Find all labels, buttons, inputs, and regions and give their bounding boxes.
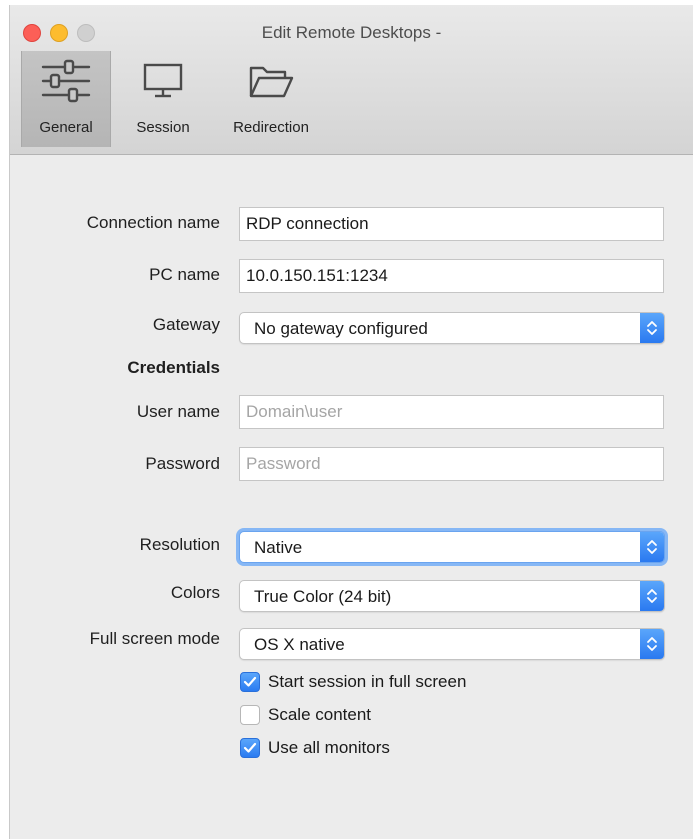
chevron-up-down-icon	[640, 313, 664, 343]
start-session-full-screen-checkbox[interactable]: Start session in full screen	[240, 670, 466, 694]
chevron-up-down-icon	[640, 532, 664, 562]
gateway-label: Gateway	[152, 315, 220, 334]
tab-general-label: General	[39, 119, 93, 136]
folder-icon	[248, 51, 294, 111]
toolbar: Edit Remote Desktops - General Session R…	[10, 5, 693, 155]
connection-name-label: Connection name	[86, 213, 220, 232]
checkbox-empty-icon[interactable]	[240, 705, 260, 725]
use-all-monitors-checkbox[interactable]: Use all monitors	[240, 736, 390, 760]
user-name-label: User name	[136, 402, 220, 421]
gateway-select-value: No gateway configured	[254, 319, 428, 338]
window-title: Edit Remote Desktops -	[261, 23, 442, 42]
resolution-select-value: Native	[254, 538, 303, 557]
connection-name-input[interactable]	[239, 207, 664, 241]
full-screen-mode-label: Full screen mode	[89, 629, 220, 648]
use-all-monitors-label: Use all monitors	[268, 738, 390, 757]
user-name-input[interactable]	[239, 395, 664, 429]
edit-remote-desktops-window: Edit Remote Desktops - General Session R…	[9, 5, 693, 839]
resolution-label: Resolution	[139, 535, 220, 554]
colors-label: Colors	[170, 583, 220, 602]
resolution-select[interactable]: Native	[239, 531, 665, 563]
tab-session-label: Session	[136, 119, 190, 136]
tab-redirection-label: Redirection	[233, 119, 309, 136]
pc-name-label: PC name	[149, 265, 220, 284]
scale-content-checkbox[interactable]: Scale content	[240, 703, 371, 727]
tab-general[interactable]: General	[21, 51, 111, 147]
pc-name-input[interactable]	[239, 259, 664, 293]
full-screen-mode-select[interactable]: OS X native	[239, 628, 665, 660]
monitor-icon	[143, 51, 183, 111]
checkmark-icon[interactable]	[240, 672, 260, 692]
tab-session[interactable]: Session	[125, 51, 201, 147]
password-input[interactable]	[239, 447, 664, 481]
sliders-icon	[39, 51, 93, 111]
full-screen-mode-select-value: OS X native	[254, 635, 345, 654]
tab-redirection[interactable]: Redirection	[220, 51, 322, 147]
gateway-select[interactable]: No gateway configured	[239, 312, 665, 344]
checkmark-icon[interactable]	[240, 738, 260, 758]
credentials-heading: Credentials	[127, 358, 220, 377]
scale-content-label: Scale content	[268, 705, 372, 724]
chevron-up-down-icon	[640, 629, 664, 659]
colors-select[interactable]: True Color (24 bit)	[239, 580, 665, 612]
chevron-up-down-icon	[640, 581, 664, 611]
password-label: Password	[145, 454, 220, 473]
colors-select-value: True Color (24 bit)	[254, 587, 392, 606]
start-session-full-screen-label: Start session in full screen	[268, 672, 467, 691]
